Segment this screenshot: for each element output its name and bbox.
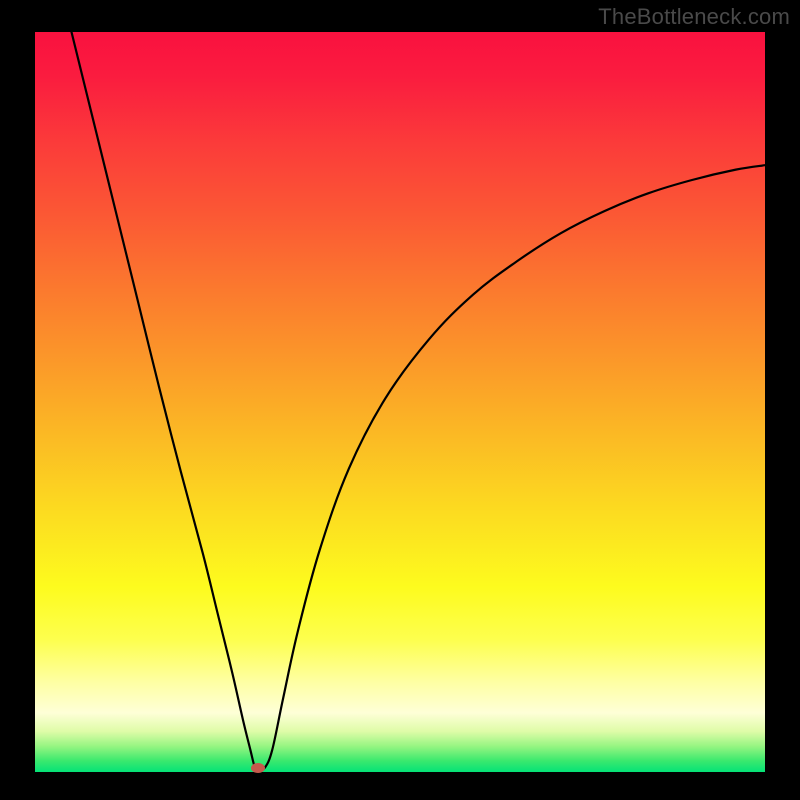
plot-area xyxy=(35,32,765,772)
chart-frame: TheBottleneck.com xyxy=(0,0,800,800)
watermark-text: TheBottleneck.com xyxy=(598,4,790,30)
curve-minimum-marker xyxy=(251,763,265,773)
bottleneck-curve xyxy=(35,32,765,772)
